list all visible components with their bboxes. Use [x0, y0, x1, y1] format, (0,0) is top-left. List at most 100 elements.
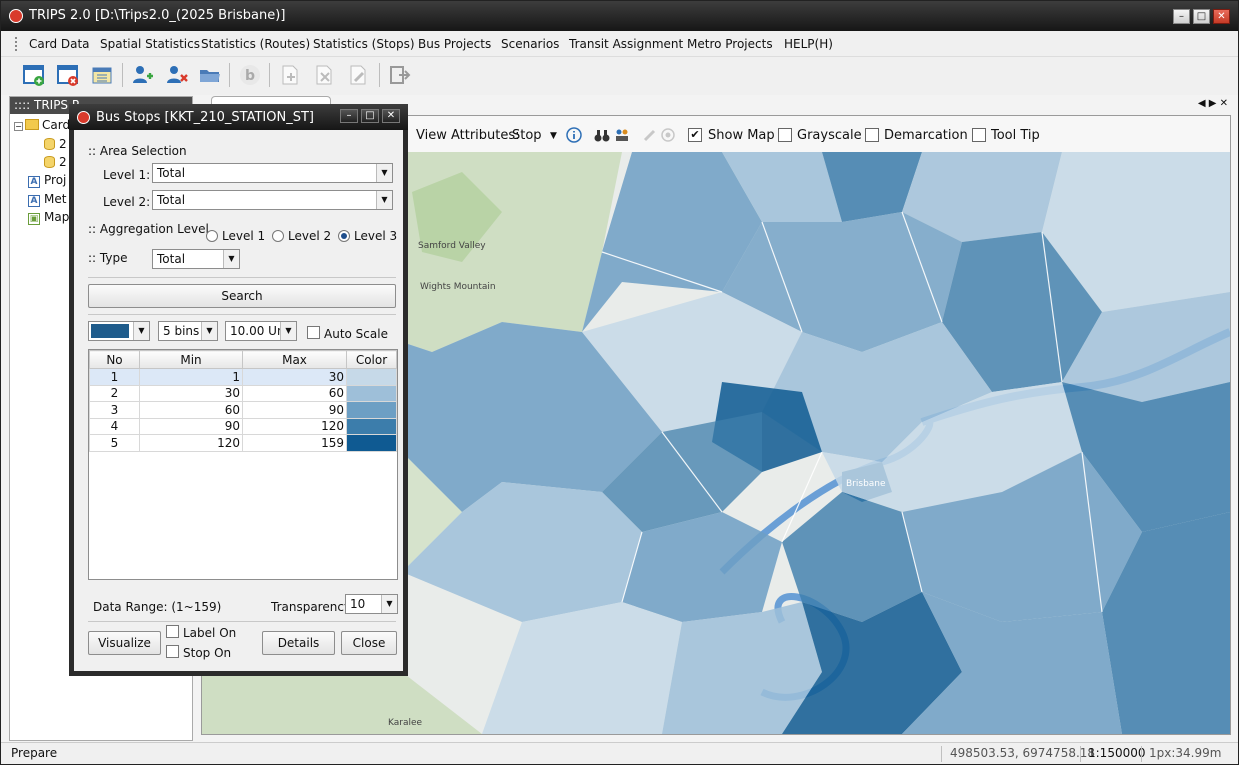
minimize-button[interactable]: – [1173, 9, 1190, 24]
cell-max: 30 [242, 368, 347, 386]
table-row[interactable]: 4 90 120 [89, 417, 397, 435]
table-row[interactable]: 1 1 30 [89, 368, 397, 386]
menu-help[interactable]: HELP(H) [784, 37, 833, 51]
table-row[interactable]: 5 120 159 [89, 434, 397, 452]
calendar-icon[interactable] [89, 62, 115, 88]
chevron-down-icon[interactable]: ▼ [201, 322, 217, 340]
transparency-select[interactable]: 10 ▼ [345, 594, 398, 614]
remove-user-icon[interactable] [163, 62, 189, 88]
label-on-checkbox[interactable] [166, 625, 179, 638]
demarcation-checkbox[interactable] [865, 128, 879, 142]
bold-b-icon[interactable]: b [237, 62, 263, 88]
edit-icon[interactable] [345, 62, 371, 88]
view-attributes-label: View Attributes: [416, 128, 520, 143]
database-icon [44, 156, 55, 168]
view-attributes-select[interactable]: Stop [512, 128, 542, 143]
menu-grip [15, 37, 17, 51]
cell-no: 3 [89, 401, 140, 419]
chevron-down-icon[interactable]: ▼ [133, 322, 149, 340]
search-button[interactable]: Search [88, 284, 396, 308]
close-project-icon[interactable] [55, 62, 81, 88]
tree-item-db-2[interactable]: 2 [44, 155, 67, 169]
cell-color[interactable] [346, 434, 397, 452]
menu-bus-projects[interactable]: Bus Projects [418, 37, 491, 51]
app-icon [77, 111, 90, 124]
tree-item-db-1[interactable]: 2 [44, 137, 67, 151]
dialog-maximize-button[interactable]: □ [361, 109, 379, 123]
menu-metro-projects[interactable]: Metro Projects [687, 37, 773, 51]
column-header-no[interactable]: No [89, 350, 140, 369]
chevron-down-icon[interactable]: ▼ [550, 131, 557, 141]
tree-item-map[interactable]: ▣ Map [28, 210, 69, 225]
new-project-icon[interactable] [21, 62, 47, 88]
close-window-button[interactable]: ✕ [1213, 9, 1230, 24]
chevron-down-icon[interactable]: ▼ [376, 164, 392, 182]
level2-select[interactable]: Total ▼ [152, 190, 393, 210]
column-header-min[interactable]: Min [139, 350, 243, 369]
chevron-down-icon[interactable]: ▼ [280, 322, 296, 340]
layer-a-icon: A [28, 195, 40, 207]
cell-color[interactable] [346, 384, 397, 402]
bins-table[interactable]: No Min Max Color 1 1 30 2 30 60 3 60 90 … [88, 349, 398, 580]
tree-item-metro[interactable]: A Met [28, 192, 66, 207]
delete-layer-icon[interactable] [311, 62, 337, 88]
color-ramp-select[interactable]: ▼ [88, 321, 150, 341]
column-header-color[interactable]: Color [346, 350, 397, 369]
visualize-button[interactable]: Visualize [88, 631, 161, 655]
bins-select[interactable]: 5 bins ▼ [158, 321, 218, 341]
label-on-label: Label On [183, 626, 237, 640]
details-button[interactable]: Details [262, 631, 335, 655]
dialog-close-button[interactable]: ✕ [382, 109, 400, 123]
auto-scale-checkbox[interactable] [307, 326, 320, 339]
show-map-checkbox[interactable]: ✔ [688, 128, 702, 142]
menu-spatial-statistics[interactable]: Spatial Statistics [100, 37, 200, 51]
menu-transit-assignment[interactable]: Transit Assignment [569, 37, 683, 51]
dialog-minimize-button[interactable]: – [340, 109, 358, 123]
table-row[interactable]: 2 30 60 [89, 384, 397, 402]
agg-level3-radio[interactable] [338, 230, 350, 242]
stop-on-checkbox[interactable] [166, 645, 179, 658]
tree-item-projects[interactable]: A Proj [28, 173, 66, 188]
close-button[interactable]: Close [341, 631, 397, 655]
tooltip-checkbox[interactable] [972, 128, 986, 142]
cell-min: 120 [139, 434, 243, 452]
table-row[interactable]: 3 60 90 [89, 401, 397, 419]
add-layer-icon[interactable] [277, 62, 303, 88]
cell-color[interactable] [346, 368, 397, 386]
binoculars-icon[interactable] [594, 127, 610, 143]
column-header-max[interactable]: Max [242, 350, 347, 369]
chevron-down-icon[interactable]: ▼ [223, 250, 239, 268]
chevron-down-icon[interactable]: ▼ [376, 191, 392, 209]
agg-level2-radio[interactable] [272, 230, 284, 242]
cell-color[interactable] [346, 401, 397, 419]
dialog-title: Bus Stops [KKT_210_STATION_ST] [96, 110, 314, 125]
cell-max: 120 [242, 417, 347, 435]
menu-statistics-routes[interactable]: Statistics (Routes) [201, 37, 310, 51]
area-selection-heading: :: Area Selection [88, 144, 187, 158]
tree-item-card[interactable]: − Card [14, 118, 70, 132]
grayscale-checkbox[interactable] [778, 128, 792, 142]
chevron-down-icon[interactable]: ▼ [381, 595, 397, 613]
unit-select[interactable]: 10.00 Uni ▼ [225, 321, 297, 341]
tab-scroll-arrows[interactable]: ◀ ▶ ✕ [1198, 98, 1228, 109]
folder-open-icon[interactable] [197, 62, 223, 88]
maximize-button[interactable]: □ [1193, 9, 1210, 24]
pencil-icon[interactable] [642, 127, 658, 143]
cell-color[interactable] [346, 417, 397, 435]
toolbar-separator [269, 63, 270, 87]
type-select[interactable]: Total ▼ [152, 249, 240, 269]
export-icon[interactable] [387, 62, 413, 88]
toolbar-separator [379, 63, 380, 87]
info-icon[interactable] [566, 127, 582, 143]
collapse-icon[interactable]: − [14, 122, 23, 131]
people-icon[interactable] [614, 127, 630, 143]
menu-card-data[interactable]: Card Data [29, 37, 90, 51]
agg-level2-label: Level 2 [288, 229, 332, 243]
level1-select[interactable]: Total ▼ [152, 163, 393, 183]
cell-no: 4 [89, 417, 140, 435]
target-icon[interactable] [660, 127, 676, 143]
agg-level1-radio[interactable] [206, 230, 218, 242]
menu-statistics-stops[interactable]: Statistics (Stops) [313, 37, 415, 51]
menu-scenarios[interactable]: Scenarios [501, 37, 559, 51]
add-user-icon[interactable] [129, 62, 155, 88]
